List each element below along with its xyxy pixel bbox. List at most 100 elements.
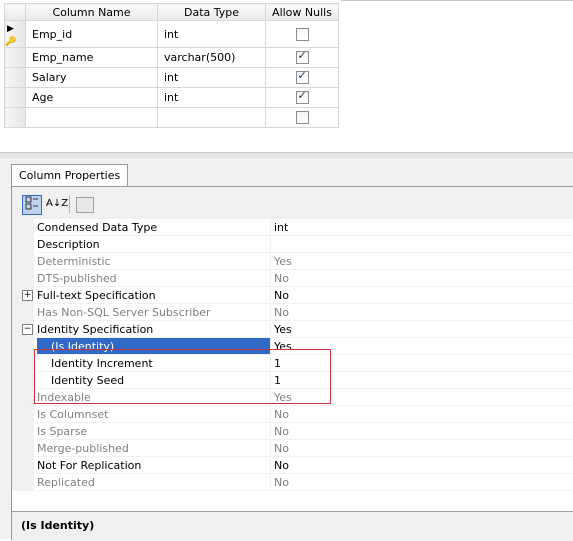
property-value[interactable]: No (272, 474, 573, 491)
allow-nulls-checkbox[interactable] (295, 69, 309, 85)
column-name-cell[interactable]: Age (25, 87, 158, 108)
property-name[interactable]: Identity Increment (37, 355, 271, 372)
row-selector[interactable] (4, 47, 26, 68)
property-value[interactable]: 1 (272, 372, 573, 389)
table-row[interactable]: ▶🔑 Emp_id int (4, 20, 339, 48)
property-row[interactable]: (Is Identity) Yes (12, 338, 573, 355)
property-name[interactable]: Condensed Data Type (37, 219, 271, 236)
property-row[interactable]: Has Non-SQL Server Subscriber No (12, 304, 573, 321)
table-designer-grid: Column Name Data Type Allow Nulls ▶🔑 Emp_… (0, 0, 573, 152)
property-name[interactable]: Not For Replication (37, 457, 271, 474)
property-gutter (12, 406, 34, 423)
data-type-cell[interactable]: int (157, 67, 266, 88)
data-type-cell[interactable]: int (157, 87, 266, 108)
row-header-corner (4, 3, 26, 21)
property-row[interactable]: Merge-published No (12, 440, 573, 457)
column-name-header[interactable]: Column Name (25, 3, 158, 21)
column-name-cell[interactable]: Salary (25, 67, 158, 88)
property-value[interactable]: No (272, 457, 573, 474)
table-row[interactable] (4, 107, 339, 128)
property-name[interactable]: Replicated (37, 474, 271, 491)
table-row[interactable]: Emp_name varchar(500) (4, 47, 339, 68)
collapse-icon[interactable]: − (22, 324, 33, 335)
az-sort-icon[interactable]: A↓Z (46, 195, 68, 213)
property-row[interactable]: − Identity Specification Yes (12, 321, 573, 338)
property-name[interactable]: Deterministic (37, 253, 271, 270)
property-grid: A↓Z Condensed Data Type int Description Det… (11, 186, 573, 541)
property-row[interactable]: Deterministic Yes (12, 253, 573, 270)
property-gutter (12, 457, 34, 474)
row-selector[interactable] (4, 67, 26, 88)
property-name[interactable]: Indexable (37, 389, 271, 406)
property-row[interactable]: Condensed Data Type int (12, 219, 573, 236)
column-name-cell[interactable]: Emp_name (25, 47, 158, 68)
allow-nulls-checkbox[interactable] (295, 111, 309, 125)
allow-nulls-header[interactable]: Allow Nulls (265, 3, 339, 21)
data-type-cell[interactable] (157, 107, 266, 128)
property-value[interactable]: No (272, 287, 573, 304)
column-name-cell[interactable]: Emp_id (25, 20, 158, 48)
property-row[interactable]: + Full-text Specification No (12, 287, 573, 304)
property-row[interactable]: Description (12, 236, 573, 253)
property-name[interactable]: Is Sparse (37, 423, 271, 440)
property-row[interactable]: Not For Replication No (12, 457, 573, 474)
property-row[interactable]: Identity Seed 1 (12, 372, 573, 389)
property-name[interactable]: Identity Specification (37, 321, 271, 338)
allow-nulls-cell[interactable] (265, 87, 339, 108)
property-value[interactable]: No (272, 423, 573, 440)
property-gutter: + (12, 287, 34, 304)
property-value[interactable]: No (272, 406, 573, 423)
allow-nulls-cell[interactable] (265, 20, 339, 48)
property-value[interactable]: Yes (272, 389, 573, 406)
table-row[interactable]: Salary int (4, 67, 339, 88)
property-gutter (12, 355, 34, 372)
table-row[interactable]: Age int (4, 87, 339, 108)
property-name[interactable]: Merge-published (37, 440, 271, 457)
property-value[interactable]: Yes (272, 253, 573, 270)
property-name[interactable]: DTS-published (37, 270, 271, 287)
data-type-cell[interactable]: varchar(500) (157, 47, 266, 68)
allow-nulls-cell[interactable] (265, 67, 339, 88)
allow-nulls-checkbox[interactable] (295, 27, 309, 41)
property-row[interactable]: DTS-published No (12, 270, 573, 287)
property-value[interactable]: No (272, 304, 573, 321)
row-selector[interactable] (4, 107, 26, 128)
property-gutter (12, 423, 34, 440)
property-value[interactable]: int (272, 219, 573, 236)
property-value[interactable]: Yes (272, 321, 573, 338)
property-pages-icon[interactable] (76, 197, 94, 213)
property-gutter (12, 270, 34, 287)
property-gutter (12, 253, 34, 270)
expand-icon[interactable]: + (22, 290, 33, 301)
data-type-header[interactable]: Data Type (157, 3, 266, 21)
categorized-icon[interactable] (22, 195, 42, 215)
property-gutter (12, 389, 34, 406)
tab-column-properties[interactable]: Column Properties (11, 164, 129, 187)
data-type-cell[interactable]: int (157, 20, 266, 48)
property-name[interactable]: Full-text Specification (37, 287, 271, 304)
property-name[interactable]: Has Non-SQL Server Subscriber (37, 304, 271, 321)
toolbar-separator (69, 195, 70, 213)
property-name[interactable]: Is Columnset (37, 406, 271, 423)
property-value[interactable]: No (272, 440, 573, 457)
property-row[interactable]: Is Columnset No (12, 406, 573, 423)
allow-nulls-checkbox[interactable] (295, 89, 309, 105)
property-value[interactable] (272, 236, 573, 253)
property-value[interactable]: Yes (272, 338, 573, 355)
property-row[interactable]: Identity Increment 1 (12, 355, 573, 372)
column-name-cell[interactable] (25, 107, 158, 128)
property-name[interactable]: Description (37, 236, 271, 253)
description-title: (Is Identity) (21, 519, 95, 532)
allow-nulls-cell[interactable] (265, 47, 339, 68)
property-row[interactable]: Indexable Yes (12, 389, 573, 406)
allow-nulls-checkbox[interactable] (295, 49, 309, 65)
property-value[interactable]: 1 (272, 355, 573, 372)
row-selector[interactable] (4, 87, 26, 108)
property-row[interactable]: Replicated No (12, 474, 573, 491)
property-name[interactable]: Identity Seed (37, 372, 271, 389)
property-name[interactable]: (Is Identity) (37, 338, 271, 355)
property-row[interactable]: Is Sparse No (12, 423, 573, 440)
allow-nulls-cell[interactable] (265, 107, 339, 128)
property-value[interactable]: No (272, 270, 573, 287)
row-selector[interactable]: ▶🔑 (4, 20, 26, 48)
